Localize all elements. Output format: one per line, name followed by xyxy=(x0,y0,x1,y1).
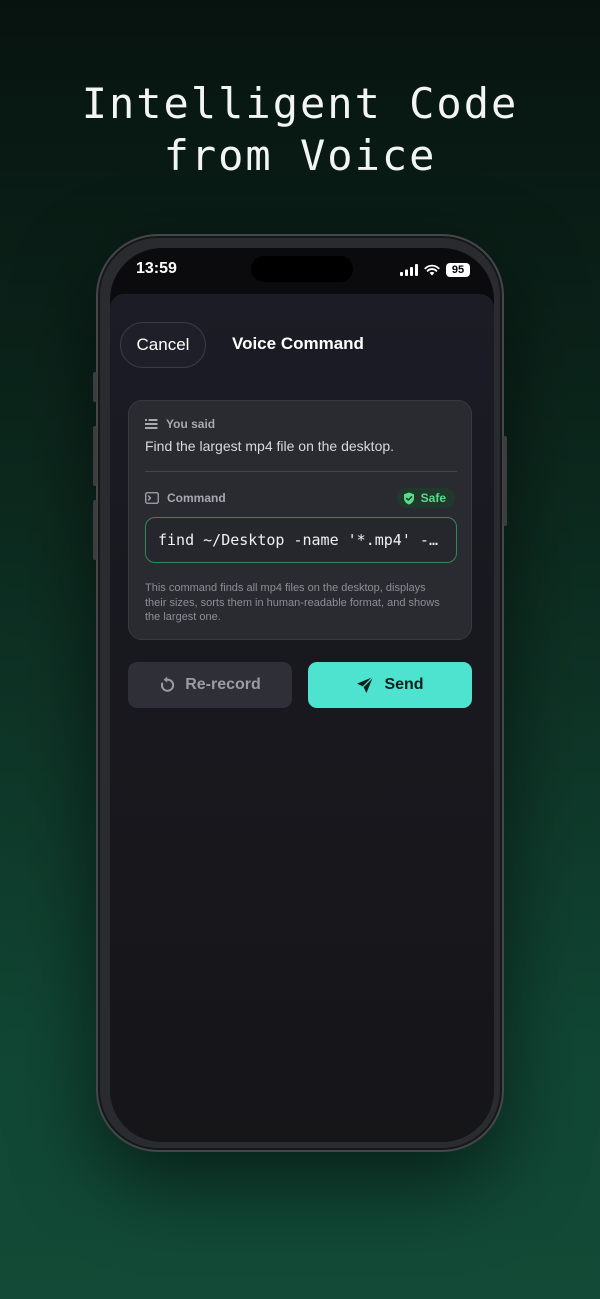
send-icon xyxy=(357,676,374,693)
headline-line-1: Intelligent Code xyxy=(81,79,519,128)
phone-screen: 13:59 95 Cancel Voice Command You said F… xyxy=(110,248,494,1142)
transcript-icon xyxy=(145,419,158,429)
transcript-text: Find the largest mp4 file on the desktop… xyxy=(145,438,395,454)
command-card: You said Find the largest mp4 file on th… xyxy=(128,400,472,640)
safety-badge: Safe xyxy=(396,488,455,508)
shield-check-icon xyxy=(403,492,414,504)
status-indicators: 95 xyxy=(400,262,470,278)
divider xyxy=(145,471,457,472)
sheet-title: Voice Command xyxy=(232,334,364,353)
rotate-ccw-icon xyxy=(161,676,175,692)
headline: Intelligent Code from Voice xyxy=(0,78,600,182)
status-time: 13:59 xyxy=(136,260,177,277)
command-explanation: This command finds all mp4 files on the … xyxy=(145,582,440,623)
dynamic-island xyxy=(251,256,353,282)
re-record-label: Re-record xyxy=(185,676,261,693)
you-said-label-row: You said xyxy=(145,417,215,431)
command-label-row: Command xyxy=(145,491,226,505)
voice-command-sheet: Cancel Voice Command You said Find the l… xyxy=(110,294,494,1142)
command-text: find ~/Desktop -name '*.mp4' -exec ls -l… xyxy=(158,531,444,549)
cancel-button[interactable]: Cancel xyxy=(120,322,206,368)
headline-line-2: from Voice xyxy=(163,131,437,180)
phone-frame: 13:59 95 Cancel Voice Command You said F… xyxy=(93,234,507,1152)
terminal-icon xyxy=(145,492,159,504)
cellular-signal-icon xyxy=(400,264,418,276)
send-button[interactable]: Send xyxy=(308,662,472,708)
you-said-label: You said xyxy=(166,417,216,431)
wifi-icon xyxy=(424,264,440,276)
battery-indicator: 95 xyxy=(446,263,470,277)
send-label: Send xyxy=(384,676,424,693)
power-button xyxy=(503,436,507,526)
command-field[interactable]: find ~/Desktop -name '*.mp4' -exec ls -l… xyxy=(145,517,457,563)
command-label: Command xyxy=(167,491,226,505)
safety-badge-label: Safe xyxy=(420,491,446,505)
re-record-button[interactable]: Re-record xyxy=(128,662,292,708)
action-button xyxy=(93,372,97,402)
volume-up-button xyxy=(93,426,97,486)
volume-down-button xyxy=(93,500,97,560)
